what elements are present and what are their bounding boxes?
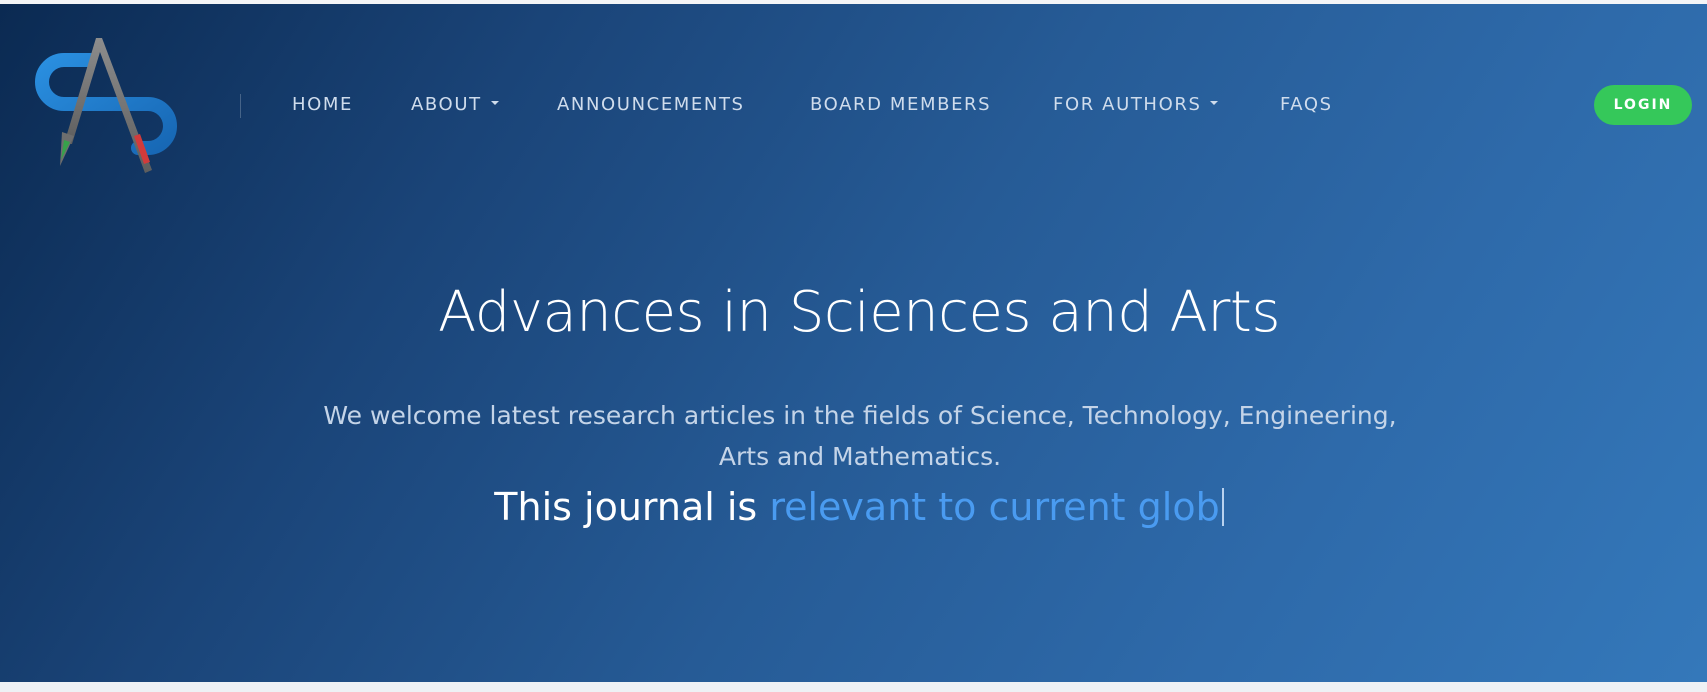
- login-button[interactable]: LOGIN: [1594, 85, 1692, 125]
- site-logo[interactable]: [34, 32, 184, 180]
- nav-item-faqs[interactable]: FAQS: [1280, 92, 1333, 118]
- nav-item-label: HOME: [292, 94, 354, 115]
- nav-item-about[interactable]: ABOUT: [411, 92, 499, 118]
- hero-title: Advances in Sciences and Arts: [437, 279, 1281, 345]
- caret-down-icon: [490, 101, 499, 105]
- hero-description: We welcome latest research articles in t…: [323, 401, 1397, 471]
- nav-item-announcements[interactable]: ANNOUNCEMENTS: [557, 92, 745, 118]
- nav-item-label: ABOUT: [411, 94, 482, 115]
- nav-item-label: FAQS: [1280, 94, 1333, 115]
- sa-monogram-pen-logo-icon: [35, 38, 177, 173]
- page-bottom-border: [0, 682, 1707, 692]
- caret-down-icon: [1210, 101, 1219, 105]
- nav-item-label: ANNOUNCEMENTS: [557, 94, 745, 115]
- nav-item-home[interactable]: HOME: [292, 92, 353, 118]
- nav-divider: [240, 94, 241, 118]
- hero-section: HOME ABOUT ANNOUNCEMENTS BOARD MEMBERS F…: [0, 4, 1707, 682]
- typed-prefix: This journal is: [494, 485, 770, 529]
- nav-item-label: FOR AUTHORS: [1053, 94, 1202, 115]
- nav-item-board-members[interactable]: BOARD MEMBERS: [810, 92, 991, 118]
- typed-tagline: This journal is relevant to current glob: [0, 481, 1707, 533]
- nav-item-label: BOARD MEMBERS: [810, 94, 992, 115]
- typed-text: relevant to current glob: [769, 485, 1220, 529]
- nav-item-for-authors[interactable]: FOR AUTHORS: [1053, 92, 1219, 118]
- typing-cursor: [1221, 487, 1224, 526]
